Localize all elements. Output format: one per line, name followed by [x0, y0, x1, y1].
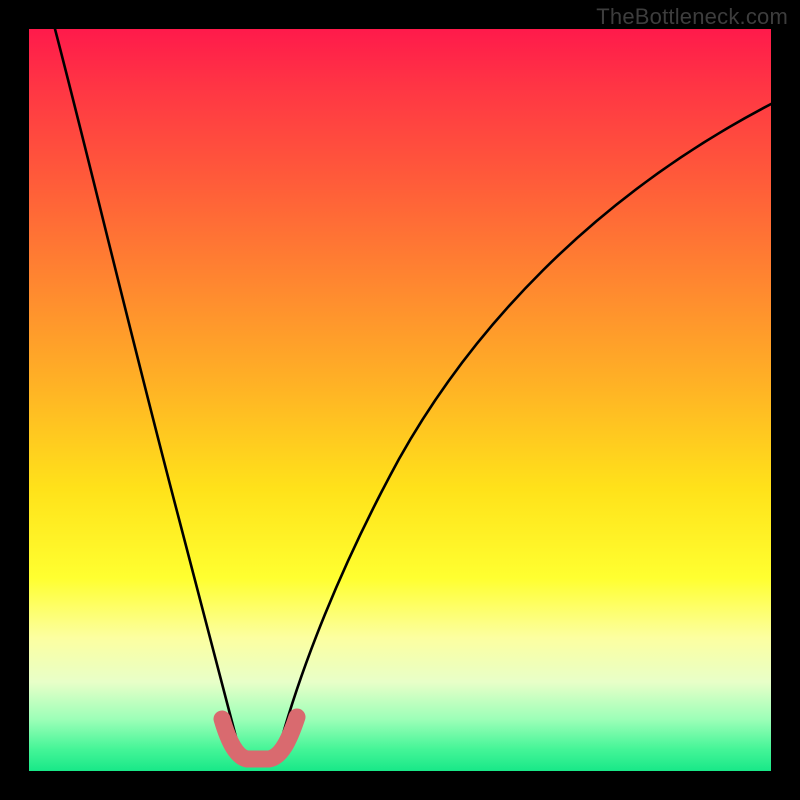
bottleneck-curve-right: [281, 104, 771, 741]
plot-area: [29, 29, 771, 771]
watermark-text: TheBottleneck.com: [596, 4, 788, 30]
bottleneck-curve: [29, 29, 771, 771]
bottleneck-curve-left: [55, 29, 237, 741]
